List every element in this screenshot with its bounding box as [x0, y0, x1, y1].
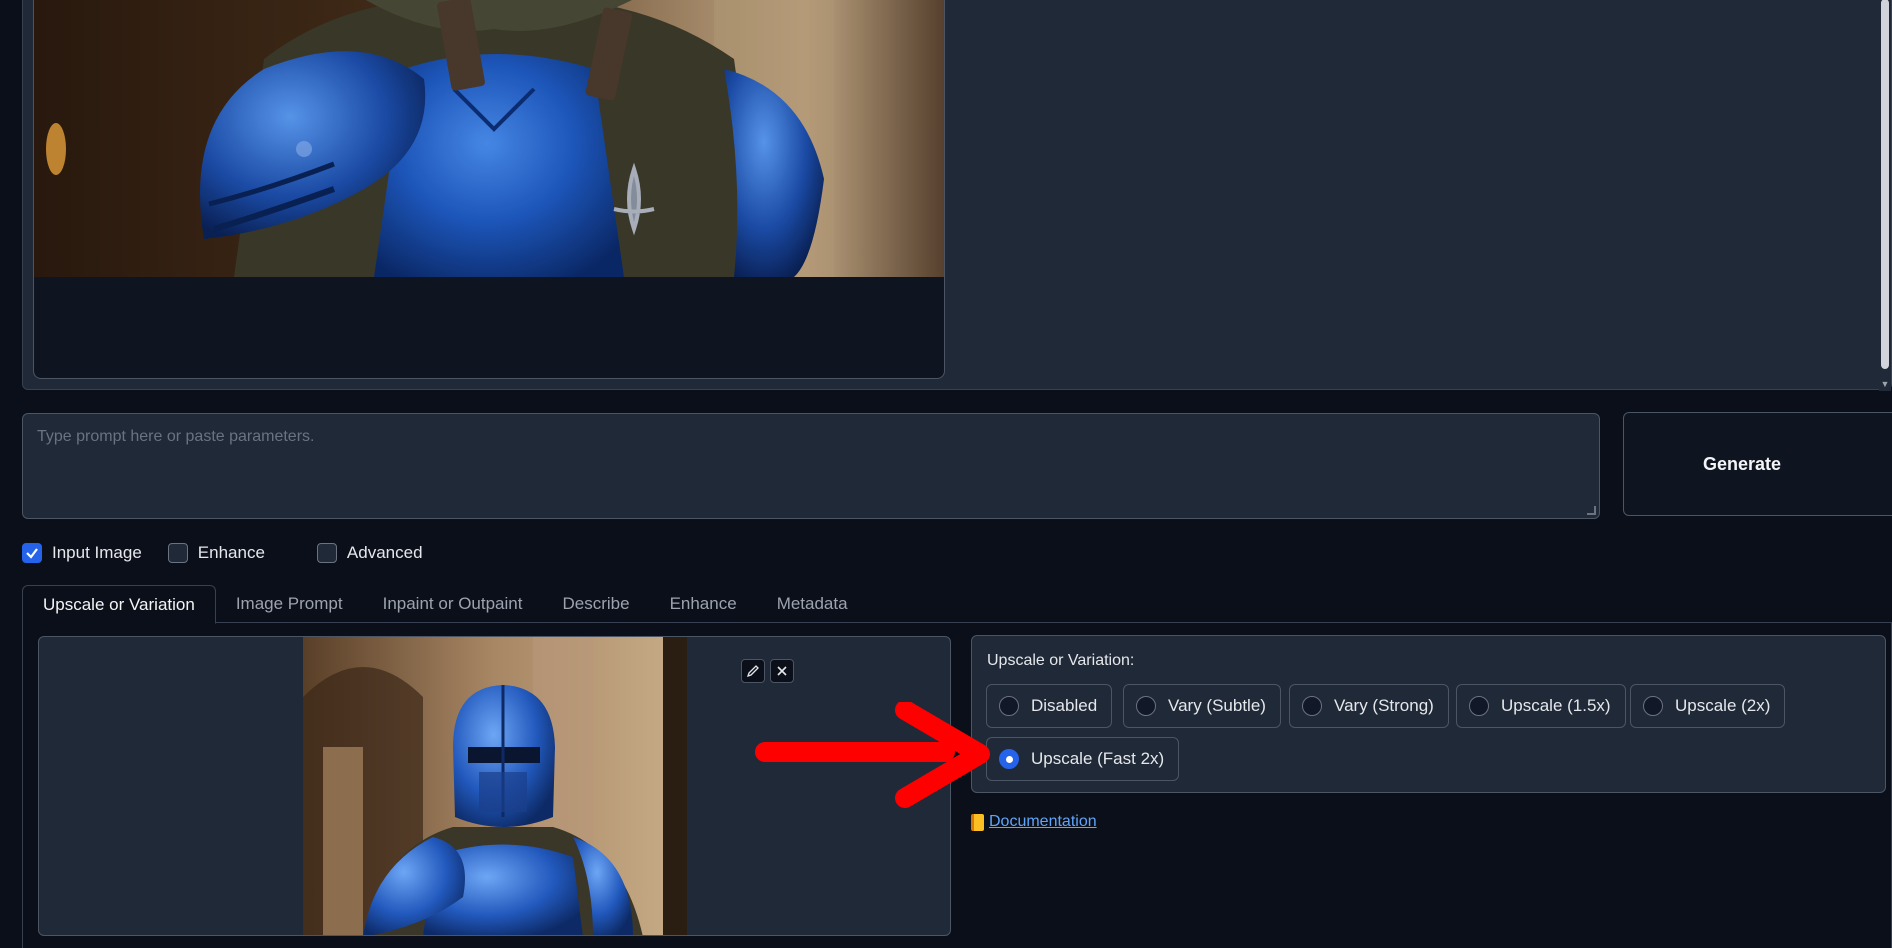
- output-image-frame: [33, 0, 945, 379]
- documentation-label: Documentation: [989, 813, 1097, 830]
- checkbox-unchecked-icon[interactable]: [316, 543, 337, 563]
- gallery-scrollbar[interactable]: ▼: [1879, 0, 1891, 391]
- close-icon[interactable]: [770, 659, 794, 683]
- tab-upscale-or-variation[interactable]: Upscale or Variation: [22, 585, 216, 624]
- edit-icon[interactable]: [741, 659, 765, 683]
- checkbox-checked-icon[interactable]: [22, 543, 42, 563]
- radio-disabled[interactable]: Disabled: [986, 684, 1113, 728]
- radio-label: Vary (Subtle): [1168, 696, 1266, 715]
- fooocus-page: ▼ Type prompt here or paste parameters. …: [0, 0, 1892, 948]
- radio-label: Upscale (1.5x): [1501, 696, 1611, 715]
- radio-selected-icon[interactable]: [999, 749, 1019, 769]
- radio-unselected-icon[interactable]: [1302, 696, 1322, 716]
- upscale-or-variation-radio-group: Upscale or Variation: Disabled Vary (Sub…: [971, 635, 1886, 793]
- tab-image-prompt[interactable]: Image Prompt: [216, 585, 363, 623]
- generate-button[interactable]: Generate: [1623, 412, 1892, 516]
- checkbox-unchecked-icon[interactable]: [167, 543, 188, 563]
- radio-vary-strong[interactable]: Vary (Strong): [1289, 684, 1449, 728]
- radio-label: Disabled: [1031, 696, 1098, 715]
- radio-vary-subtle[interactable]: Vary (Subtle): [1123, 684, 1281, 728]
- tab-metadata[interactable]: Metadata: [757, 585, 868, 623]
- radio-upscale-fast-2x[interactable]: Upscale (Fast 2x): [986, 737, 1180, 781]
- prompt-input[interactable]: Type prompt here or paste parameters.: [22, 413, 1600, 519]
- enhance-label: Enhance: [197, 543, 265, 562]
- annotation-arrow-icon: [755, 702, 990, 808]
- scroll-down-arrow-icon[interactable]: ▼: [1880, 379, 1890, 389]
- tab-inpaint-or-outpaint[interactable]: Inpaint or Outpaint: [363, 585, 543, 623]
- resize-grip-icon[interactable]: [1587, 506, 1596, 515]
- prompt-placeholder: Type prompt here or paste parameters.: [37, 428, 315, 445]
- radio-upscale-2x[interactable]: Upscale (2x): [1630, 684, 1786, 728]
- input-image-checkbox[interactable]: Input Image: [22, 543, 142, 563]
- tab-bar: Upscale or Variation Image Prompt Inpain…: [22, 585, 1892, 624]
- options-row: Input Image Enhance Advanced: [22, 542, 449, 564]
- radio-label: Upscale (Fast 2x): [1031, 749, 1165, 768]
- advanced-label: Advanced: [346, 543, 423, 562]
- output-gallery-panel: ▼: [22, 0, 1892, 391]
- radio-unselected-icon[interactable]: [1136, 696, 1156, 716]
- radio-unselected-icon[interactable]: [1469, 696, 1489, 716]
- enhance-checkbox[interactable]: Enhance: [167, 543, 265, 563]
- output-image[interactable]: [34, 0, 944, 277]
- input-image-label: Input Image: [52, 543, 142, 562]
- radio-label: Upscale (2x): [1675, 696, 1771, 715]
- upscale-group-label: Upscale or Variation:: [987, 652, 1135, 669]
- document-icon: [971, 813, 984, 831]
- gallery-scrollbar-thumb[interactable]: [1881, 0, 1889, 369]
- radio-upscale-1-5x[interactable]: Upscale (1.5x): [1456, 684, 1626, 728]
- input-image: [303, 637, 687, 935]
- radio-unselected-icon[interactable]: [1643, 696, 1663, 716]
- tab-describe[interactable]: Describe: [542, 585, 649, 623]
- documentation-link[interactable]: Documentation: [971, 813, 1097, 831]
- tab-enhance[interactable]: Enhance: [650, 585, 757, 623]
- radio-unselected-icon[interactable]: [999, 696, 1019, 716]
- advanced-checkbox[interactable]: Advanced: [316, 543, 423, 563]
- radio-label: Vary (Strong): [1334, 696, 1434, 715]
